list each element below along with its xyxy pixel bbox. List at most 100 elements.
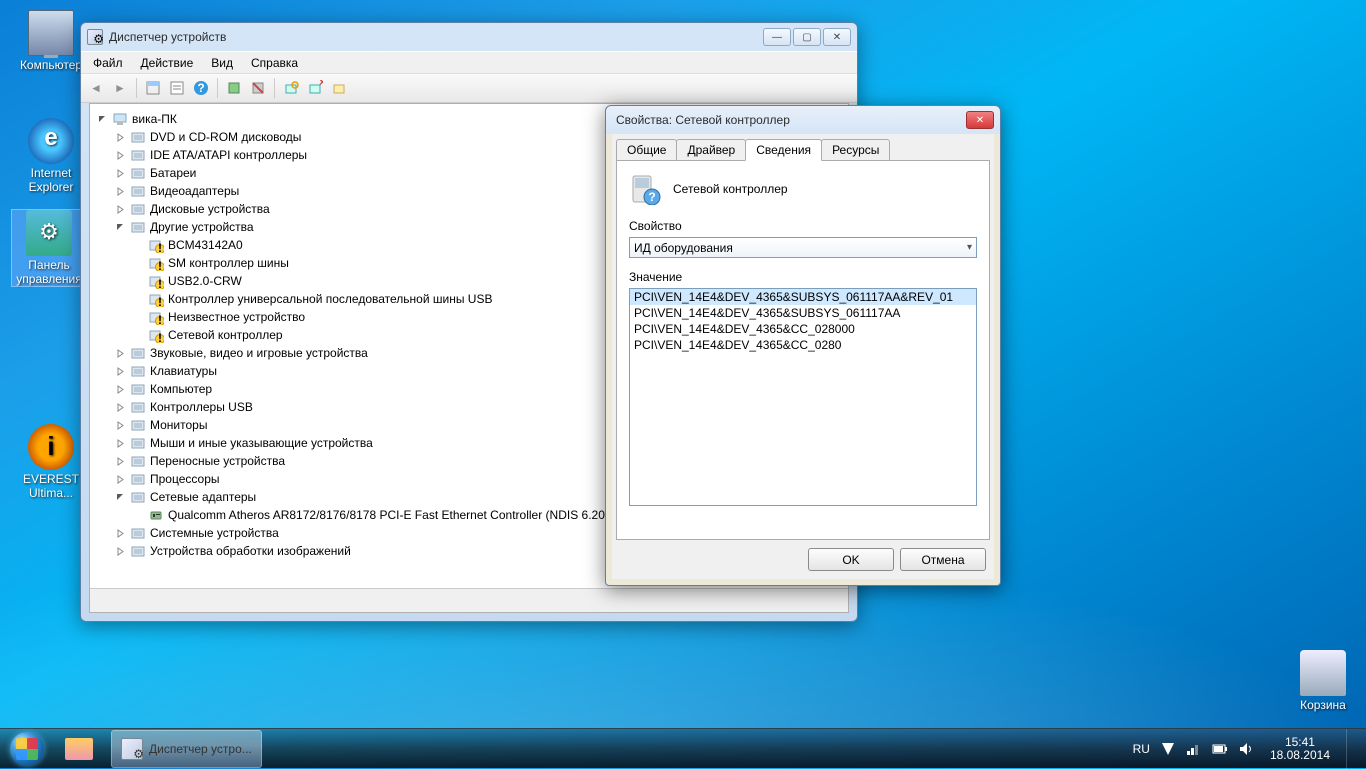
svg-text:!: !: [158, 331, 162, 343]
expander-icon[interactable]: [114, 221, 127, 234]
ok-button[interactable]: OK: [808, 548, 894, 571]
tab-page-details: ? Сетевой контроллер Свойство ИД оборудо…: [616, 160, 990, 540]
expander-icon[interactable]: [114, 383, 127, 396]
cancel-button[interactable]: Отмена: [900, 548, 986, 571]
computer-icon[interactable]: Компьютер: [14, 10, 88, 72]
show-mmc-button[interactable]: [142, 77, 164, 99]
value-item[interactable]: PCI\VEN_14E4&DEV_4365&CC_028000: [630, 321, 976, 337]
node-label: Контроллеры USB: [150, 400, 253, 414]
menu-справка[interactable]: Справка: [243, 54, 306, 72]
value-item[interactable]: PCI\VEN_14E4&DEV_4365&SUBSYS_061117AA&RE…: [630, 289, 976, 305]
device-icon: !: [148, 273, 164, 289]
tab-0[interactable]: Общие: [616, 139, 677, 161]
ie-icon[interactable]: Internet Explorer: [14, 118, 88, 194]
show-desktop-button[interactable]: [1346, 729, 1358, 769]
expander-icon[interactable]: [114, 473, 127, 486]
update-driver-button[interactable]: [223, 77, 245, 99]
svg-text:!: !: [158, 241, 162, 253]
node-label: Компьютер: [150, 382, 212, 396]
expander-icon[interactable]: [132, 329, 145, 342]
window-title: Диспетчер устройств: [109, 30, 763, 44]
expander-icon[interactable]: [114, 545, 127, 558]
node-label: Клавиатуры: [150, 364, 217, 378]
expander-icon[interactable]: [114, 491, 127, 504]
expander-icon[interactable]: [114, 401, 127, 414]
property-combo[interactable]: ИД оборудования: [629, 237, 977, 258]
pinned-explorer[interactable]: [55, 730, 109, 768]
volume-icon[interactable]: [1238, 741, 1254, 757]
expander-icon[interactable]: [132, 311, 145, 324]
clock-date: 18.08.2014: [1270, 749, 1330, 762]
titlebar[interactable]: Диспетчер устройств — ▢ ✕: [81, 23, 857, 51]
device-icon: [130, 363, 146, 379]
action-center-icon[interactable]: [1160, 741, 1176, 757]
expander-icon[interactable]: [114, 131, 127, 144]
scan-hardware-button[interactable]: [280, 77, 302, 99]
svg-text:?: ?: [648, 190, 655, 204]
expander-icon[interactable]: [132, 239, 145, 252]
expander-icon[interactable]: [132, 293, 145, 306]
close-button[interactable]: ✕: [823, 28, 851, 46]
help-button[interactable]: ?: [190, 77, 212, 99]
expander-icon[interactable]: [114, 185, 127, 198]
node-label: Мыши и иные указывающие устройства: [150, 436, 373, 450]
older-button[interactable]: [328, 77, 350, 99]
expander-icon[interactable]: [132, 275, 145, 288]
dialog-close-button[interactable]: ✕: [966, 111, 994, 129]
expander-icon[interactable]: [132, 257, 145, 270]
node-label: Батареи: [150, 166, 196, 180]
properties-button[interactable]: [166, 77, 188, 99]
expander-icon[interactable]: [114, 365, 127, 378]
device-icon: !: [148, 309, 164, 325]
expander-icon[interactable]: [114, 437, 127, 450]
properties-dialog: Свойства: Сетевой контроллер ✕ ОбщиеДрай…: [605, 105, 1001, 586]
menu-файл[interactable]: Файл: [85, 54, 131, 72]
menu-вид[interactable]: Вид: [203, 54, 241, 72]
menu-действие[interactable]: Действие: [133, 54, 202, 72]
add-legacy-button[interactable]: ×: [304, 77, 326, 99]
expander-icon[interactable]: [132, 509, 145, 522]
devmgr-icon: [87, 29, 103, 45]
tab-1[interactable]: Драйвер: [676, 139, 746, 161]
devmgr-task-icon: [121, 738, 143, 760]
expander-icon[interactable]: [114, 419, 127, 432]
taskbar: Диспетчер устро... RU 15:41 18.08.2014: [0, 728, 1366, 768]
task-label: Диспетчер устро...: [149, 742, 252, 756]
tab-2[interactable]: Сведения: [745, 139, 822, 161]
device-icon: [130, 183, 146, 199]
expander-icon[interactable]: [96, 113, 109, 126]
dialog-titlebar[interactable]: Свойства: Сетевой контроллер ✕: [606, 106, 1000, 134]
task-device-manager[interactable]: Диспетчер устро...: [111, 730, 262, 768]
clock[interactable]: 15:41 18.08.2014: [1264, 736, 1336, 762]
network-icon[interactable]: [1186, 741, 1202, 757]
expander-icon[interactable]: [114, 347, 127, 360]
everest-icon[interactable]: EVEREST Ultima...: [14, 424, 88, 500]
maximize-button[interactable]: ▢: [793, 28, 821, 46]
expander-icon[interactable]: [114, 455, 127, 468]
back-button: ◄: [85, 77, 107, 99]
recycle-bin-icon[interactable]: Корзина: [1286, 650, 1360, 712]
device-icon: ?: [629, 173, 661, 205]
value-item[interactable]: PCI\VEN_14E4&DEV_4365&SUBSYS_061117AA: [630, 305, 976, 321]
control-panel-icon-glyph: [26, 210, 72, 256]
svg-text:?: ?: [197, 81, 204, 95]
expander-icon[interactable]: [114, 149, 127, 162]
icon-label: Internet Explorer: [14, 166, 88, 194]
device-icon: [130, 543, 146, 559]
values-listbox[interactable]: PCI\VEN_14E4&DEV_4365&SUBSYS_061117AA&RE…: [629, 288, 977, 506]
svg-text:×: ×: [319, 80, 323, 89]
language-indicator[interactable]: RU: [1133, 742, 1150, 756]
tab-3[interactable]: Ресурсы: [821, 139, 890, 161]
battery-icon[interactable]: [1212, 741, 1228, 757]
expander-icon[interactable]: [114, 203, 127, 216]
uninstall-button[interactable]: [247, 77, 269, 99]
minimize-button[interactable]: —: [763, 28, 791, 46]
device-icon: [130, 201, 146, 217]
device-icon: !: [148, 291, 164, 307]
start-button[interactable]: [0, 729, 54, 769]
expander-icon[interactable]: [114, 167, 127, 180]
value-item[interactable]: PCI\VEN_14E4&DEV_4365&CC_0280: [630, 337, 976, 353]
clock-time: 15:41: [1270, 736, 1330, 749]
expander-icon[interactable]: [114, 527, 127, 540]
control-panel-icon[interactable]: Панель управления: [12, 210, 86, 286]
